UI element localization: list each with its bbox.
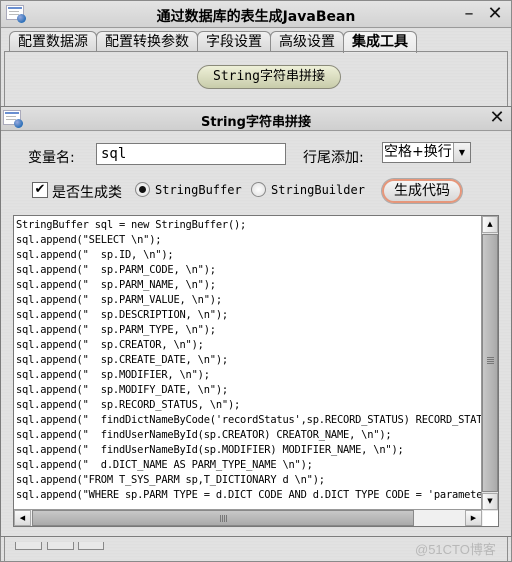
code-line: sql.append(" sp.PARM_TYPE, \n");	[16, 324, 216, 336]
tab-integration-tools[interactable]: 集成工具	[343, 31, 417, 53]
generate-class-label: 是否生成类	[52, 185, 122, 201]
code-line: sql.append(" sp.MODIFY_DATE, \n");	[16, 384, 228, 396]
string-concat-tool-button[interactable]: String字符串拼接	[197, 65, 341, 89]
toolbar-info-icon[interactable]	[78, 542, 104, 550]
close-button[interactable]: ✕	[485, 4, 505, 24]
generate-code-button[interactable]: 生成代码	[382, 179, 462, 203]
code-line: sql.append(" sp.MODIFIER, \n");	[16, 369, 210, 381]
line-suffix-label: 行尾添加:	[303, 150, 364, 166]
line-suffix-select[interactable]: 空格+换行 ▼	[382, 142, 471, 163]
horizontal-scroll-thumb[interactable]	[32, 510, 414, 526]
code-line: sql.append(" sp.RECORD_STATUS, \n");	[16, 399, 241, 411]
variable-name-label: 变量名:	[28, 150, 75, 166]
dialog-titlebar: String字符串拼接 ✕	[1, 107, 511, 131]
code-line: sql.append("WHERE sp.PARM_TYPE = d.DICT_…	[16, 489, 481, 500]
stringbuffer-radio[interactable]	[135, 182, 150, 197]
window-title: 通过数据库的表生成JavaBean	[156, 9, 356, 25]
code-line: sql.append(" findDictNameByCode('recordS…	[16, 414, 481, 426]
watermark: @51CTO博客	[415, 542, 496, 557]
generate-class-checkbox[interactable]: ✔	[32, 182, 48, 198]
horizontal-scrollbar[interactable]: ◀ ▶	[14, 509, 483, 526]
code-line: sql.append("SELECT \n");	[16, 234, 162, 246]
code-line: sql.append(" sp.PARM_NAME, \n");	[16, 279, 216, 291]
code-line: StringBuffer sql = new StringBuffer();	[16, 219, 247, 231]
code-line: sql.append(" sp.PARM_VALUE, \n");	[16, 294, 222, 306]
tab-conversion-params[interactable]: 配置转换参数	[96, 31, 198, 52]
code-line: sql.append(" sp.PARM_CODE, \n");	[16, 264, 216, 276]
dialog-close-button[interactable]: ✕	[487, 108, 507, 128]
stringbuilder-label: StringBuilder	[271, 183, 365, 197]
tab-data-source[interactable]: 配置数据源	[9, 31, 97, 52]
code-line: sql.append(" sp.CREATE_DATE, \n");	[16, 354, 228, 366]
code-output-text[interactable]: StringBuffer sql = new StringBuffer(); sq…	[16, 218, 481, 500]
vertical-scrollbar[interactable]: ▲ ▼	[481, 216, 498, 511]
code-line: sql.append(" findUserNameById(sp.MODIFIE…	[16, 444, 404, 456]
stringbuilder-radio[interactable]	[251, 182, 266, 197]
string-concat-suffix: 字符串拼接	[259, 69, 325, 84]
scroll-left-icon[interactable]: ◀	[14, 510, 31, 526]
tab-advanced-settings[interactable]: 高级设置	[270, 31, 344, 52]
line-suffix-value: 空格+换行	[384, 144, 452, 160]
code-line: sql.append(" d.DICT_NAME AS PARM_TYPE_NA…	[16, 459, 313, 471]
code-output-area[interactable]: StringBuffer sql = new StringBuffer(); sq…	[13, 215, 499, 527]
vertical-scroll-thumb[interactable]	[482, 234, 498, 492]
code-line: sql.append(" sp.ID, \n");	[16, 249, 174, 261]
tab-field-settings[interactable]: 字段设置	[197, 31, 271, 52]
main-titlebar: 通过数据库的表生成JavaBean – ✕	[1, 1, 511, 28]
string-concat-dialog: String字符串拼接 ✕ 变量名: 行尾添加: 空格+换行 ▼ ✔ 是否生成类…	[0, 106, 512, 537]
variable-name-input[interactable]	[96, 143, 286, 165]
string-concat-prefix: String	[213, 69, 260, 84]
code-line: sql.append(" findUserNameById(sp.CREATOR…	[16, 429, 392, 441]
code-line: sql.append(" sp.CREATOR, \n");	[16, 339, 204, 351]
chevron-down-icon[interactable]: ▼	[453, 143, 470, 162]
scroll-down-icon[interactable]: ▼	[482, 493, 498, 510]
code-line: sql.append(" sp.DESCRIPTION, \n");	[16, 309, 228, 321]
stringbuffer-label: StringBuffer	[155, 183, 242, 197]
code-line: sql.append("FROM T_SYS_PARM sp,T_DICTION…	[16, 474, 325, 486]
toolbar-add-icon[interactable]	[47, 542, 74, 550]
minimize-button[interactable]: –	[459, 4, 479, 24]
toolbar-edit-icon[interactable]	[15, 542, 42, 550]
tab-bar: 配置数据源 配置转换参数 字段设置 高级设置 集成工具	[9, 31, 417, 53]
dialog-title: String字符串拼接	[200, 115, 311, 130]
scroll-right-icon[interactable]: ▶	[465, 510, 482, 526]
scroll-up-icon[interactable]: ▲	[482, 216, 498, 233]
